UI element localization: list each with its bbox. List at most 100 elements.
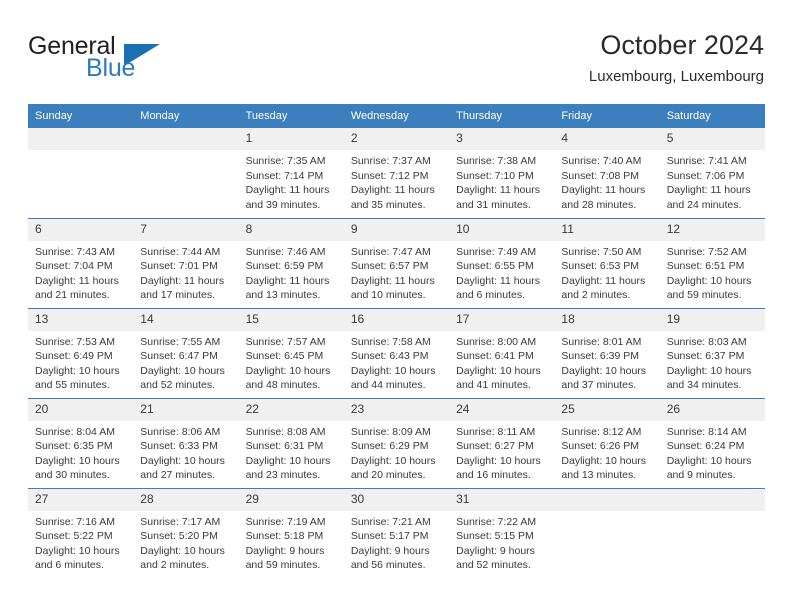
sunset-text: Sunset: 6:37 PM (666, 350, 745, 362)
calendar-day-cell[interactable]: 22 Sunrise: 8:08 AM Sunset: 6:31 PM Dayligh… (238, 397, 344, 488)
daylight-text: Daylight: 10 hours and 44 minutes. (350, 364, 436, 392)
calendar-day-cell[interactable]: 19 Sunrise: 8:03 AM Sunset: 6:37 PM Dayligh… (659, 307, 765, 398)
day-number: 20 (28, 398, 134, 421)
day-details: Sunrise: 8:12 AM Sunset: 6:26 PM Daylight:… (554, 421, 659, 483)
day-details: Sunrise: 7:57 AM Sunset: 6:45 PM Daylight:… (239, 331, 344, 393)
calendar-day-cell[interactable]: 7 Sunrise: 7:44 AM Sunset: 7:01 PM Daylight… (133, 217, 239, 308)
day-number: 9 (343, 218, 450, 241)
calendar-day-cell[interactable]: 25 Sunrise: 8:12 AM Sunset: 6:26 PM Dayligh… (554, 397, 660, 488)
sunset-text: Sunset: 7:01 PM (140, 260, 218, 272)
calendar-day-cell[interactable]: 2 Sunrise: 7:37 AM Sunset: 7:12 PM Daylight… (343, 128, 450, 218)
day-number (133, 128, 239, 150)
sunrise-text: Sunrise: 7:43 AM (35, 245, 115, 258)
calendar-day-cell[interactable]: 1 Sunrise: 7:35 AM Sunset: 7:14 PM Daylight… (238, 128, 344, 218)
calendar-day-cell[interactable]: 23 Sunrise: 8:09 AM Sunset: 6:29 PM Dayligh… (343, 397, 450, 488)
day-number: 29 (238, 488, 344, 511)
day-number (659, 488, 765, 511)
calendar-day-cell[interactable]: 31 Sunrise: 7:22 AM Sunset: 5:15 PM Dayligh… (449, 487, 555, 578)
weekday-header-wednesday: Wednesday (343, 104, 450, 128)
daylight-text: Daylight: 10 hours and 9 minutes. (666, 454, 752, 482)
daylight-text: Daylight: 11 hours and 17 minutes. (140, 274, 225, 302)
day-number: 26 (659, 398, 765, 421)
calendar-day-cell[interactable]: 26 Sunrise: 8:14 AM Sunset: 6:24 PM Dayligh… (659, 397, 765, 488)
day-details: Sunrise: 7:55 AM Sunset: 6:47 PM Daylight:… (133, 331, 238, 393)
page-header: General Blue October 2024 Luxembourg, Lu… (28, 28, 764, 100)
day-number: 27 (28, 488, 134, 511)
calendar-day-cell-empty (28, 128, 134, 218)
calendar-day-cell[interactable]: 20 Sunrise: 8:04 AM Sunset: 6:35 PM Dayligh… (28, 397, 134, 488)
sunset-text: Sunset: 6:31 PM (245, 440, 324, 452)
daylight-text: Daylight: 9 hours and 56 minutes. (350, 544, 430, 572)
sunset-text: Sunset: 6:43 PM (350, 350, 429, 362)
calendar-day-cell[interactable]: 28 Sunrise: 7:17 AM Sunset: 5:20 PM Dayligh… (133, 487, 239, 578)
daylight-text: Daylight: 10 hours and 59 minutes. (666, 274, 752, 302)
daylight-text: Daylight: 10 hours and 6 minutes. (35, 544, 120, 572)
day-details: Sunrise: 8:11 AM Sunset: 6:27 PM Daylight:… (449, 421, 554, 483)
daylight-text: Daylight: 11 hours and 31 minutes. (456, 184, 540, 211)
calendar-day-cell-empty (554, 487, 660, 578)
daylight-text: Daylight: 10 hours and 13 minutes. (561, 454, 647, 482)
sunrise-text: Sunrise: 7:37 AM (350, 155, 431, 167)
calendar-day-cell[interactable]: 27 Sunrise: 7:16 AM Sunset: 5:22 PM Dayligh… (28, 487, 134, 578)
title-block: October 2024 Luxembourg, Luxembourg (589, 28, 764, 88)
sunrise-text: Sunrise: 8:14 AM (666, 425, 747, 438)
day-number: 16 (343, 308, 450, 331)
calendar-day-cell-empty (659, 487, 765, 578)
sunrise-text: Sunrise: 7:41 AM (666, 155, 747, 167)
day-number: 25 (554, 398, 660, 421)
day-number: 8 (238, 218, 344, 241)
calendar-day-cell[interactable]: 6 Sunrise: 7:43 AM Sunset: 7:04 PM Daylight… (28, 217, 134, 308)
calendar-day-cell[interactable]: 17 Sunrise: 8:00 AM Sunset: 6:41 PM Dayligh… (449, 307, 555, 398)
daylight-text: Daylight: 10 hours and 55 minutes. (35, 364, 120, 392)
sunrise-text: Sunrise: 7:49 AM (456, 245, 537, 258)
daylight-text: Daylight: 10 hours and 30 minutes. (35, 454, 120, 482)
calendar-day-cell[interactable]: 4 Sunrise: 7:40 AM Sunset: 7:08 PM Daylight… (554, 128, 660, 218)
day-number: 2 (343, 128, 450, 150)
calendar-day-cell[interactable]: 5 Sunrise: 7:41 AM Sunset: 7:06 PM Daylight… (659, 128, 765, 218)
calendar-day-cell[interactable]: 14 Sunrise: 7:55 AM Sunset: 6:47 PM Dayligh… (133, 307, 239, 398)
calendar-day-cell[interactable]: 8 Sunrise: 7:46 AM Sunset: 6:59 PM Daylight… (238, 217, 344, 308)
daylight-text: Daylight: 10 hours and 48 minutes. (245, 364, 331, 392)
sunset-text: Sunset: 7:08 PM (561, 169, 640, 182)
sunset-text: Sunset: 6:41 PM (456, 350, 534, 362)
calendar-day-cell[interactable]: 9 Sunrise: 7:47 AM Sunset: 6:57 PM Daylight… (343, 217, 450, 308)
sunset-text: Sunset: 5:20 PM (140, 530, 218, 542)
sunrise-text: Sunrise: 8:09 AM (350, 425, 431, 438)
sunset-text: Sunset: 5:22 PM (35, 530, 113, 542)
sunset-text: Sunset: 7:14 PM (245, 169, 324, 182)
day-details: Sunrise: 8:08 AM Sunset: 6:31 PM Daylight:… (239, 421, 344, 483)
calendar-day-cell[interactable]: 15 Sunrise: 7:57 AM Sunset: 6:45 PM Dayligh… (238, 307, 344, 398)
sunrise-text: Sunrise: 7:55 AM (140, 335, 221, 348)
day-details: Sunrise: 7:40 AM Sunset: 7:08 PM Daylight:… (554, 150, 659, 212)
daylight-text: Daylight: 9 hours and 52 minutes. (456, 544, 535, 572)
calendar-day-cell[interactable]: 12 Sunrise: 7:52 AM Sunset: 6:51 PM Dayligh… (659, 217, 765, 308)
calendar-day-cell[interactable]: 3 Sunrise: 7:38 AM Sunset: 7:10 PM Daylight… (449, 128, 555, 218)
calendar-day-cell[interactable]: 18 Sunrise: 8:01 AM Sunset: 6:39 PM Dayligh… (554, 307, 660, 398)
calendar-day-cell[interactable]: 10 Sunrise: 7:49 AM Sunset: 6:55 PM Dayligh… (449, 217, 555, 308)
day-details: Sunrise: 8:01 AM Sunset: 6:39 PM Daylight:… (554, 331, 659, 393)
calendar-day-cell[interactable]: 13 Sunrise: 7:53 AM Sunset: 6:49 PM Dayligh… (28, 307, 134, 398)
calendar-day-cell[interactable]: 24 Sunrise: 8:11 AM Sunset: 6:27 PM Dayligh… (449, 397, 555, 488)
sunrise-text: Sunrise: 7:46 AM (245, 245, 326, 258)
daylight-text: Daylight: 10 hours and 41 minutes. (456, 364, 541, 392)
calendar-day-cell[interactable]: 21 Sunrise: 8:06 AM Sunset: 6:33 PM Dayligh… (133, 397, 239, 488)
day-details: Sunrise: 7:52 AM Sunset: 6:51 PM Daylight:… (660, 241, 765, 303)
day-details: Sunrise: 7:53 AM Sunset: 6:49 PM Daylight:… (28, 331, 133, 393)
day-details: Sunrise: 7:46 AM Sunset: 6:59 PM Daylight:… (239, 241, 344, 303)
calendar-day-cell[interactable]: 30 Sunrise: 7:21 AM Sunset: 5:17 PM Dayligh… (343, 487, 450, 578)
sunrise-text: Sunrise: 8:01 AM (561, 335, 642, 348)
calendar-day-cell[interactable]: 16 Sunrise: 7:58 AM Sunset: 6:43 PM Dayligh… (343, 307, 450, 398)
sunrise-text: Sunrise: 7:19 AM (245, 515, 326, 528)
sunset-text: Sunset: 6:49 PM (35, 350, 113, 362)
logo-text-blue: Blue (86, 54, 136, 82)
location-subtitle: Luxembourg, Luxembourg (588, 68, 764, 85)
calendar-day-cell[interactable]: 29 Sunrise: 7:19 AM Sunset: 5:18 PM Dayligh… (238, 487, 344, 578)
day-number: 5 (659, 128, 765, 150)
calendar-day-cell[interactable]: 11 Sunrise: 7:50 AM Sunset: 6:53 PM Dayligh… (554, 217, 660, 308)
daylight-text: Daylight: 11 hours and 21 minutes. (35, 274, 119, 302)
sunset-text: Sunset: 6:24 PM (666, 440, 745, 452)
sunrise-text: Sunrise: 7:16 AM (35, 515, 115, 528)
day-details: Sunrise: 7:21 AM Sunset: 5:17 PM Daylight:… (344, 511, 449, 573)
sunrise-text: Sunrise: 8:03 AM (666, 335, 747, 348)
day-details: Sunrise: 8:04 AM Sunset: 6:35 PM Daylight:… (28, 421, 133, 483)
